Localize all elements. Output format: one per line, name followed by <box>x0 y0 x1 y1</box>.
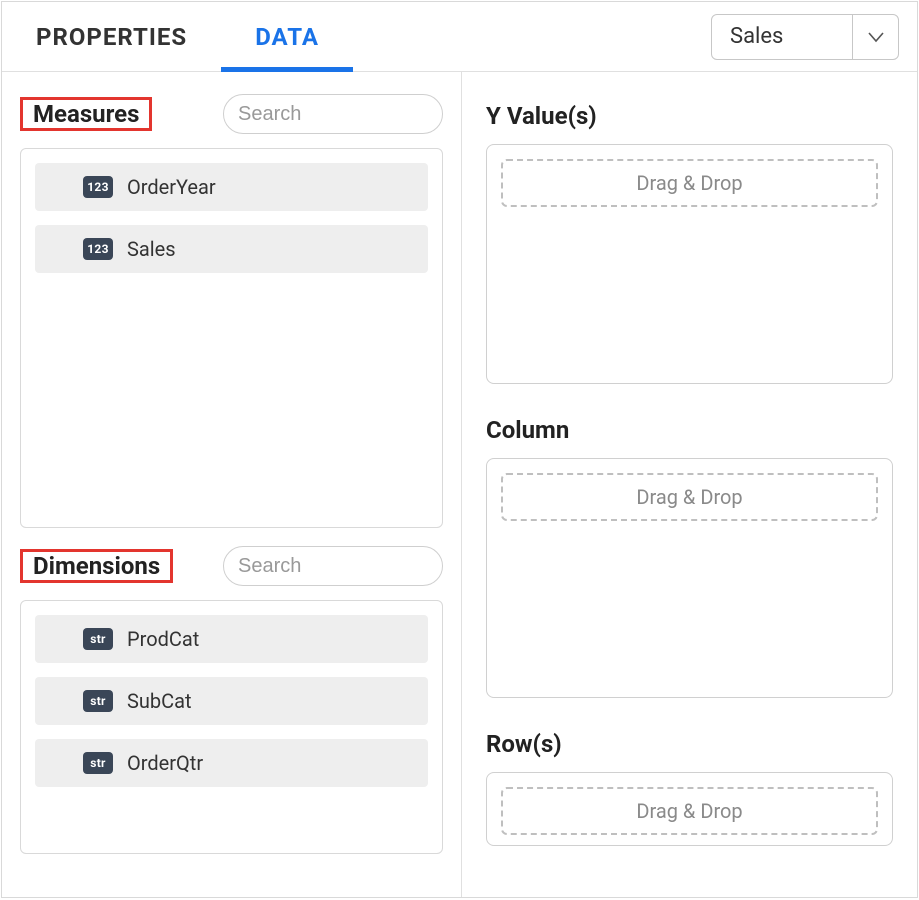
dimension-item[interactable]: str ProdCat <box>35 615 428 663</box>
dataset-selector-value: Sales <box>712 24 852 49</box>
measures-search[interactable] <box>223 94 443 134</box>
dimension-label: ProdCat <box>127 627 199 651</box>
dimension-label: SubCat <box>127 689 192 713</box>
numeric-type-icon: 123 <box>83 176 113 198</box>
dimensions-list: str ProdCat str SubCat str OrderQtr <box>20 600 443 854</box>
measures-title-highlight: Measures <box>20 97 152 131</box>
measures-search-input[interactable] <box>238 103 462 126</box>
measure-item[interactable]: 123 OrderYear <box>35 163 428 211</box>
dimensions-title-highlight: Dimensions <box>20 549 173 583</box>
rows-dropzone[interactable]: Drag & Drop <box>486 772 893 846</box>
string-type-icon: str <box>83 752 113 774</box>
rows-title: Row(s) <box>486 730 893 758</box>
column-placeholder: Drag & Drop <box>501 473 878 521</box>
dataset-selector-toggle[interactable] <box>852 15 898 59</box>
dataset-selector[interactable]: Sales <box>711 14 899 60</box>
dimensions-title: Dimensions <box>27 550 166 582</box>
tab-properties-label: PROPERTIES <box>36 23 187 51</box>
string-type-icon: str <box>83 690 113 712</box>
dimension-item[interactable]: str OrderQtr <box>35 739 428 787</box>
string-type-icon: str <box>83 628 113 650</box>
y-values-dropzone[interactable]: Drag & Drop <box>486 144 893 384</box>
y-values-title: Y Value(s) <box>486 102 893 130</box>
dataset-selector-wrap: Sales <box>711 2 917 71</box>
fields-column: Measures 123 OrderYear 123 Sales <box>2 72 462 897</box>
tab-data[interactable]: DATA <box>221 2 353 71</box>
data-panel: PROPERTIES DATA Sales Measures <box>1 1 918 898</box>
chevron-down-icon <box>866 27 886 47</box>
drag-drop-label: Drag & Drop <box>636 799 742 823</box>
dimension-label: OrderQtr <box>127 751 203 775</box>
drag-drop-label: Drag & Drop <box>636 171 742 195</box>
numeric-type-icon: 123 <box>83 238 113 260</box>
dimensions-search[interactable] <box>223 546 443 586</box>
measure-item[interactable]: 123 Sales <box>35 225 428 273</box>
measures-header: Measures <box>20 94 443 134</box>
y-values-placeholder: Drag & Drop <box>501 159 878 207</box>
dimensions-search-input[interactable] <box>238 555 462 578</box>
measure-label: OrderYear <box>127 175 216 199</box>
measure-label: Sales <box>127 237 176 261</box>
column-title: Column <box>486 416 893 444</box>
measures-list: 123 OrderYear 123 Sales <box>20 148 443 528</box>
rows-placeholder: Drag & Drop <box>501 787 878 835</box>
measures-title: Measures <box>27 98 145 130</box>
content: Measures 123 OrderYear 123 Sales <box>2 72 917 897</box>
dimensions-header: Dimensions <box>20 546 443 586</box>
top-bar: PROPERTIES DATA Sales <box>2 2 917 72</box>
tabs: PROPERTIES DATA <box>2 2 711 71</box>
dropzones-column: Y Value(s) Drag & Drop Column Drag & Dro… <box>462 72 917 897</box>
tab-properties[interactable]: PROPERTIES <box>2 2 221 71</box>
tab-data-label: DATA <box>255 23 319 51</box>
drag-drop-label: Drag & Drop <box>636 485 742 509</box>
dimension-item[interactable]: str SubCat <box>35 677 428 725</box>
column-dropzone[interactable]: Drag & Drop <box>486 458 893 698</box>
